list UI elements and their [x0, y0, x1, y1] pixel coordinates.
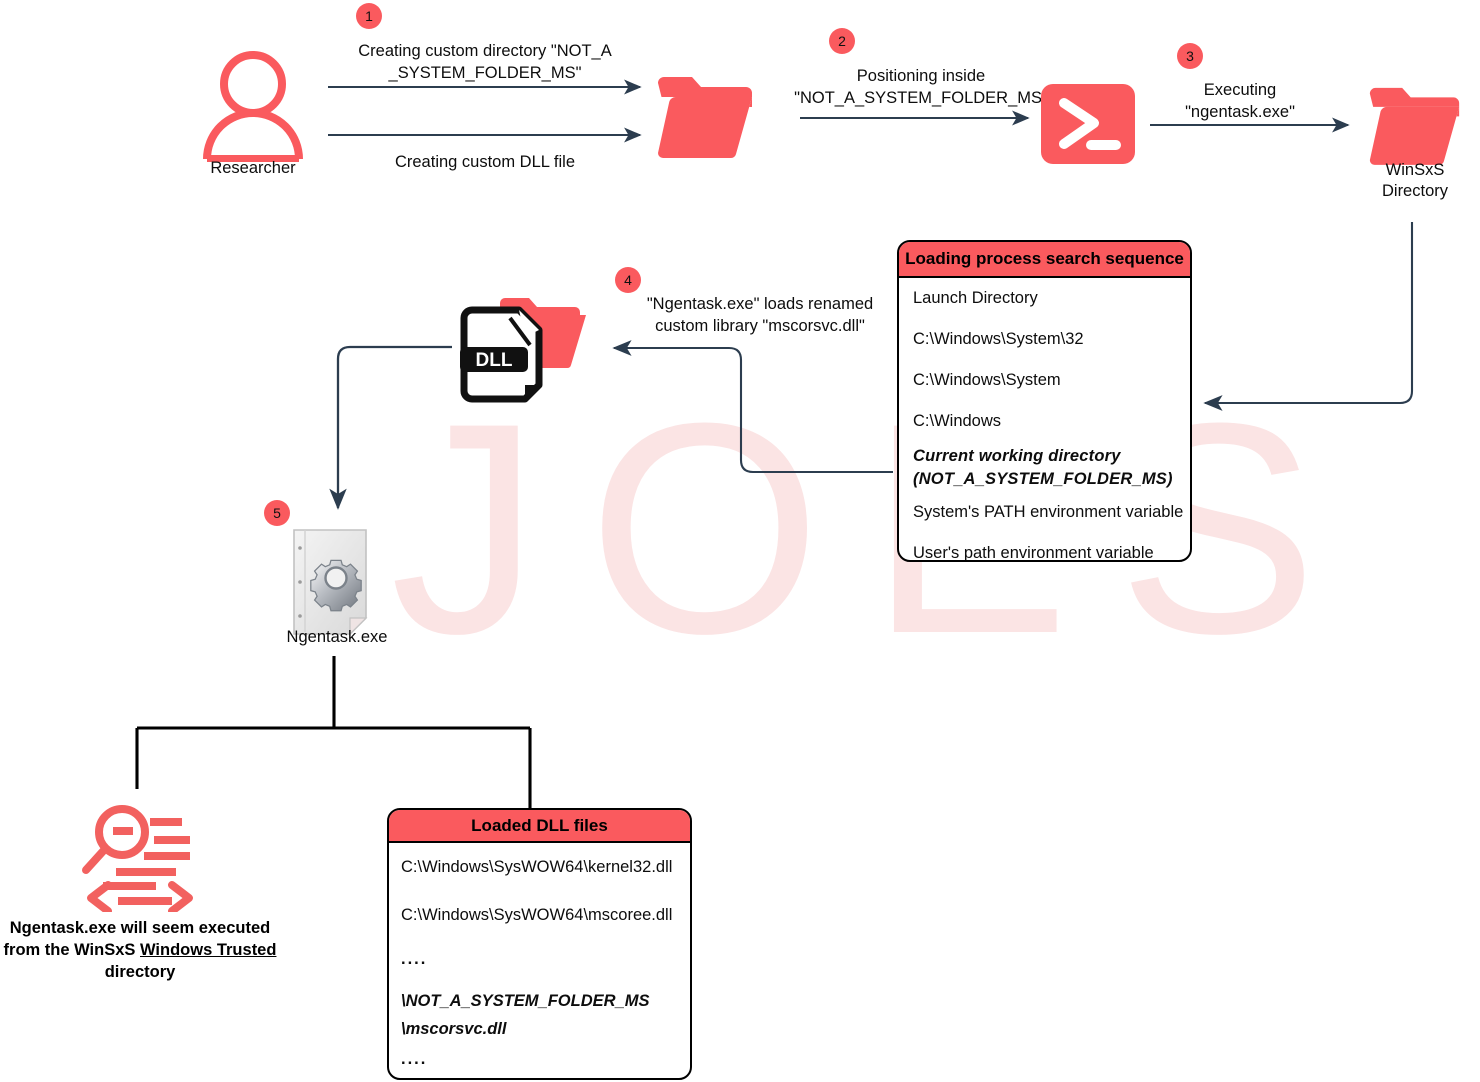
list-item-custom-dll: \NOT_A_SYSTEM_FOLDER_MS \mscorsvc.dll	[401, 992, 650, 1038]
step-badge-1: 1	[356, 3, 382, 29]
arrow-label-executing: Executing "ngentask.exe"	[1185, 81, 1295, 121]
list-item: C:\Windows\SysWOW64\mscoree.dll	[401, 906, 673, 924]
step-badge-3: 3	[1177, 43, 1203, 69]
person-icon	[200, 47, 306, 167]
loaded-dll-files-title: Loaded DLL files	[389, 810, 690, 843]
step-badge-2: 2	[829, 28, 855, 54]
step-badge-4: 4	[615, 267, 641, 293]
researcher-label: Researcher	[210, 159, 296, 177]
svg-text:DLL: DLL	[476, 350, 513, 371]
list-item: Launch Directory	[913, 289, 1038, 307]
list-item-current-working-directory: Current working directory (NOT_A_SYSTEM_…	[913, 447, 1173, 488]
list-item-ellipsis: ....	[401, 1050, 428, 1068]
dll-folder-group: DLL	[450, 285, 610, 420]
arrow-label-positioning: Positioning inside "NOT_A_SYSTEM_FOLDER_…	[794, 67, 1048, 107]
list-item: System's PATH environment variable	[913, 503, 1184, 521]
list-item: C:\Windows\SysWOW64\kernel32.dll	[401, 858, 673, 876]
conclusion-line-2-underlined: Windows Trusted	[140, 940, 277, 959]
loading-sequence-title: Loading process search sequence	[899, 242, 1190, 278]
conclusion-note: Ngentask.exe will seem executed from the…	[0, 918, 280, 983]
arrow-label-create-directory: Creating custom directory "NOT_A _SYSTEM…	[358, 42, 612, 82]
arrow-label-loads-library: "Ngentask.exe" loads renamed custom libr…	[646, 295, 874, 335]
winsxs-label: WinSxS Directory	[1381, 161, 1448, 201]
diagram-canvas: JOES 1 2 3 4 5 Researcher Creating custo…	[0, 0, 1480, 1082]
loading-sequence-rows: Launch Directory C:\Windows\System\32 C:…	[899, 278, 1190, 562]
loaded-dll-files-rows: C:\Windows\SysWOW64\kernel32.dll C:\Wind…	[389, 843, 690, 1078]
folder-icon	[655, 70, 755, 165]
conclusion-line-1: Ngentask.exe will seem executed	[9, 919, 271, 937]
list-item: C:\Windows\System\32	[913, 330, 1084, 348]
magnifier-log-icon	[78, 802, 200, 917]
list-item: C:\Windows\System	[913, 371, 1061, 389]
powershell-icon	[1040, 83, 1136, 170]
conclusion-line-3: directory	[104, 962, 176, 981]
loading-sequence-panel: Loading process search sequence Launch D…	[897, 240, 1192, 562]
ngentask-label: Ngentask.exe	[286, 628, 388, 646]
list-item: User's path environment variable	[913, 544, 1154, 562]
arrow-label-create-dll: Creating custom DLL file	[394, 153, 576, 171]
exe-gear-icon	[292, 528, 382, 641]
list-item: C:\Windows	[913, 412, 1002, 430]
loaded-dll-files-panel: Loaded DLL files C:\Windows\SysWOW64\ker…	[387, 808, 692, 1080]
step-badge-5: 5	[264, 500, 290, 526]
list-item-ellipsis: ....	[401, 950, 428, 968]
conclusion-line-2-pre: from the WinSxS	[3, 940, 140, 959]
